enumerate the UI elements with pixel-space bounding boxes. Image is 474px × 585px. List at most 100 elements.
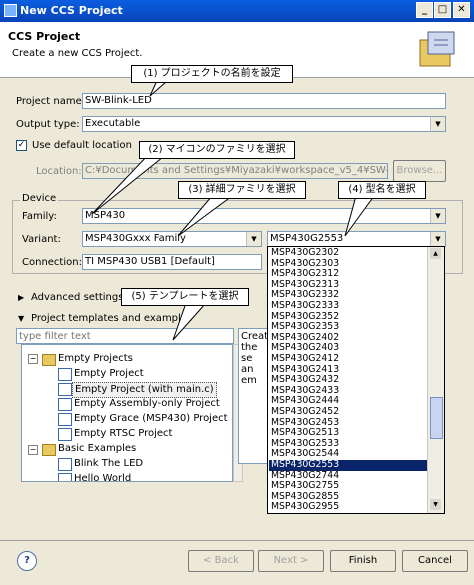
part-select[interactable]: MSP430G2553 ▼ — [267, 231, 446, 247]
dropdown-option[interactable]: MSP430G2413 — [269, 364, 428, 376]
location-label: Location: — [36, 166, 82, 177]
chevron-down-icon: ▼ — [430, 232, 445, 246]
dropdown-option[interactable]: MSP430G2332 — [269, 289, 428, 301]
template-tree[interactable]: − Empty Projects Empty Project Empty Pro… — [21, 344, 233, 482]
callout-4: (4) 型名を選択 — [338, 181, 426, 199]
expand-arrow-icon[interactable]: ▶ — [18, 293, 24, 302]
dropdown-option[interactable]: MSP430G2432 — [269, 374, 428, 386]
dropdown-option[interactable]: MSP430G2453 — [269, 417, 428, 429]
dropdown-option[interactable]: MSP430G2303 — [269, 258, 428, 270]
advanced-settings-toggle[interactable]: Advanced settings — [31, 292, 123, 303]
finish-button[interactable]: Finish — [330, 550, 396, 572]
project-icon — [58, 368, 72, 381]
chevron-down-icon: ▼ — [246, 232, 261, 246]
app-icon — [4, 4, 17, 17]
templates-section-label[interactable]: Project templates and examples — [31, 313, 192, 324]
dropdown-option[interactable]: MSP430G2755 — [269, 480, 428, 492]
tree-item[interactable]: Empty Project — [74, 367, 144, 381]
dropdown-option[interactable]: MSP430G2855 — [269, 491, 428, 503]
dropdown-scrollbar[interactable]: ▲ ▼ — [427, 247, 444, 513]
connection-value: TI MSP430 USB1 [Default] — [85, 256, 215, 267]
dropdown-option[interactable]: MSP430G2513 — [269, 427, 428, 439]
connection-label: Connection: — [22, 257, 82, 268]
tree-folder-empty-projects[interactable]: Empty Projects — [58, 352, 133, 366]
scroll-down-icon[interactable]: ▼ — [430, 499, 441, 510]
scroll-up-icon[interactable]: ▲ — [430, 248, 441, 259]
family-select[interactable]: MSP430 ▼ — [82, 208, 446, 224]
location-input[interactable]: C:¥Documents and Settings¥Miyazaki¥works… — [82, 163, 388, 179]
dropdown-option[interactable]: MSP430G2433 — [269, 385, 428, 397]
part-dropdown-list[interactable]: MSP430G2955 MSP430G2855 MSP430G2755 MSP430G… — [267, 246, 445, 514]
bottom-separator — [0, 540, 474, 541]
dropdown-option[interactable]: MSP430G2544 — [269, 448, 428, 460]
dropdown-option[interactable]: MSP430G2333 — [269, 300, 428, 312]
output-type-select[interactable]: Executable ▼ — [82, 116, 446, 132]
banner-heading: CCS Project — [8, 30, 81, 43]
cancel-button[interactable]: Cancel — [402, 550, 468, 572]
dropdown-option[interactable]: MSP430G2444 — [269, 395, 428, 407]
dropdown-option[interactable]: MSP430G2955 — [269, 501, 428, 513]
project-name-input[interactable]: SW-Blink-LED — [82, 93, 446, 109]
template-filter-input[interactable] — [16, 328, 234, 344]
callout-2: (2) マイコンのファミリを選択 — [139, 141, 295, 159]
tree-item[interactable]: Hello World — [74, 472, 131, 481]
dropdown-option[interactable]: MSP430G2302 — [269, 247, 428, 259]
project-icon — [58, 428, 72, 441]
minimize-button[interactable]: _ — [416, 2, 433, 18]
dropdown-option[interactable]: MSP430G2313 — [269, 279, 428, 291]
tree-item-selected[interactable]: Empty Project (with main.c) — [72, 382, 217, 398]
dropdown-option[interactable]: MSP430G2353 — [269, 321, 428, 333]
tree-item[interactable]: Blink The LED — [74, 457, 143, 471]
tree-folder-basic-examples[interactable]: Basic Examples — [58, 442, 136, 456]
dropdown-option[interactable]: MSP430G2403 — [269, 342, 428, 354]
dropdown-option[interactable]: MSP430G2533 — [269, 438, 428, 450]
variant-label: Variant: — [22, 234, 61, 245]
dropdown-option[interactable]: MSP430G2352 — [269, 311, 428, 323]
family-label: Family: — [22, 211, 57, 222]
callout-3: (3) 詳細ファミリを選択 — [178, 181, 306, 199]
chevron-down-icon: ▼ — [430, 117, 445, 131]
use-default-location-checkbox[interactable]: ✓ — [16, 140, 27, 151]
back-button[interactable]: < Back — [188, 550, 254, 572]
device-group-label: Device — [20, 193, 59, 204]
callout-5: (5) テンプレートを選択 — [121, 288, 249, 306]
project-name-label: Project name: — [16, 96, 86, 107]
next-button[interactable]: Next > — [258, 550, 324, 572]
connection-select[interactable]: TI MSP430 USB1 [Default] — [82, 254, 262, 270]
project-icon — [58, 413, 72, 426]
dropdown-option[interactable]: MSP430G2452 — [269, 406, 428, 418]
tree-item[interactable]: Empty Grace (MSP430) Project — [74, 412, 228, 426]
window-title: New CCS Project — [20, 4, 123, 17]
banner-subtitle: Create a new CCS Project. — [12, 48, 143, 59]
callout-1: (1) プロジェクトの名前を設定 — [131, 65, 293, 83]
use-default-location-label: Use default location — [32, 140, 132, 151]
folder-icon — [42, 444, 56, 456]
variant-select[interactable]: MSP430Gxxx Family ▼ — [82, 231, 262, 247]
part-value: MSP430G2553 — [270, 233, 344, 244]
project-wizard-icon — [414, 30, 458, 70]
close-button[interactable]: ✕ — [453, 2, 470, 18]
dropdown-option[interactable]: MSP430G2402 — [269, 332, 428, 344]
dropdown-option[interactable]: MSP430G2553 — [269, 459, 428, 471]
dropdown-option[interactable]: MSP430G2744 — [269, 470, 428, 482]
scrollbar-thumb[interactable] — [430, 397, 443, 439]
collapse-node-icon[interactable]: − — [28, 354, 38, 364]
browse-button[interactable]: Browse... — [393, 160, 446, 182]
help-button[interactable]: ? — [17, 551, 37, 571]
output-type-value: Executable — [85, 118, 141, 129]
maximize-button[interactable]: □ — [434, 2, 451, 18]
project-icon — [58, 458, 72, 471]
project-icon — [58, 398, 72, 411]
collapse-node-icon[interactable]: − — [28, 445, 38, 455]
folder-icon — [42, 354, 56, 366]
dropdown-option[interactable]: MSP430G2412 — [269, 353, 428, 365]
output-type-label: Output type: — [16, 119, 80, 130]
tree-item[interactable]: Empty RTSC Project — [74, 427, 172, 441]
title-bar: New CCS Project _ □ ✕ — [0, 0, 474, 22]
dropdown-option[interactable]: MSP430G2312 — [269, 268, 428, 280]
variant-value: MSP430Gxxx Family — [85, 233, 186, 244]
collapse-arrow-icon[interactable]: ▼ — [18, 314, 24, 323]
description-line: Creat — [241, 331, 269, 342]
tree-item[interactable]: Empty Assembly-only Project — [74, 397, 220, 411]
description-line: the se — [241, 342, 258, 364]
